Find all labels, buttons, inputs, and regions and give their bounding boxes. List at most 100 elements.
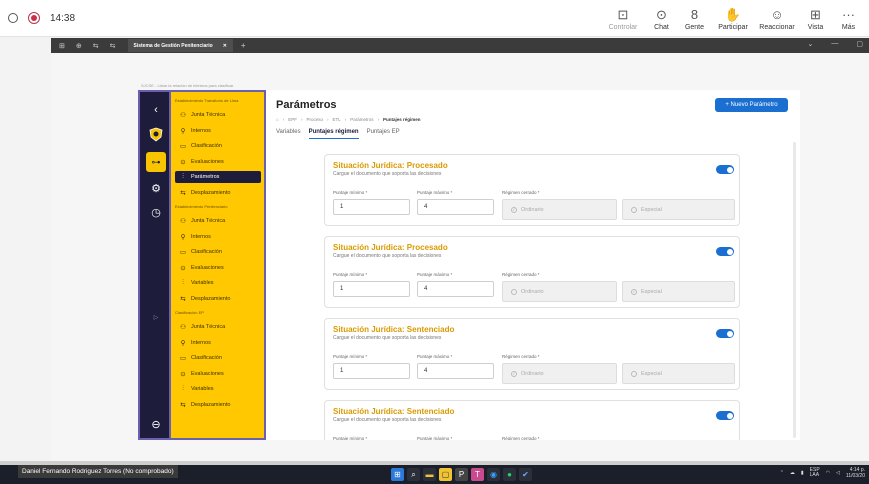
radio-especial[interactable]: Especial [622, 363, 735, 384]
tab-puntajes-régimen[interactable]: Puntajes régimen [308, 129, 359, 139]
tab-group-icon[interactable]: ⇆ [110, 42, 116, 50]
sidebar-item-label: Clasificación [191, 249, 222, 255]
sidebar-item-desplazamiento[interactable]: ⇆ Desplazamiento [175, 187, 261, 199]
radio-ordinario[interactable]: Ordinario [502, 281, 617, 302]
browser-tab[interactable]: Sistema de Gestión Penitenciario ✕ [127, 39, 233, 52]
extensions-icon[interactable]: ⊕ [76, 42, 82, 50]
tab-variables[interactable]: Variables [276, 129, 301, 139]
min-score-input[interactable]: 1 [333, 199, 410, 215]
sidebar-item-label: Junta Técnica [191, 324, 226, 330]
browser-icon[interactable]: ◉ [487, 468, 500, 481]
sidebar-item-desplazamiento[interactable]: ⇆ Desplazamiento [175, 293, 261, 305]
history-icon[interactable]: ◷ [146, 202, 166, 222]
card-subtitle: Cargue el documento que soporta las deci… [333, 417, 442, 423]
enable-toggle[interactable] [716, 329, 734, 338]
view-icon: ⊞ [810, 6, 821, 22]
min-score-input[interactable]: 1 [333, 363, 410, 379]
radio-ordinario[interactable]: ✓ Ordinario [502, 199, 617, 220]
notes-icon[interactable]: ▢ [439, 468, 452, 481]
tool-icon[interactable]: ✔ [519, 468, 532, 481]
controlar-button[interactable]: ⊡ Controlar [601, 4, 645, 34]
enable-toggle[interactable] [716, 411, 734, 420]
workspace-icon[interactable]: ⊞ [59, 42, 65, 50]
file-explorer-icon[interactable]: ▬ [423, 468, 436, 481]
enable-toggle[interactable] [716, 165, 734, 174]
max-score-input[interactable]: 4 [417, 363, 494, 379]
min-score-label: Puntaje mínimo * [333, 354, 368, 359]
sidebar-item-parámetros[interactable]: ⫶ Parámetros [175, 171, 261, 183]
breadcrumb-item[interactable]: Proceso [306, 117, 323, 122]
sidebar-item-clasificación[interactable]: ▭ Clasificación [175, 352, 261, 364]
meeting-timer: 14:38 [50, 12, 76, 24]
enable-toggle[interactable] [716, 247, 734, 256]
sidebar-item-clasificación[interactable]: ▭ Clasificación [175, 140, 261, 152]
sidebar-item-variables[interactable]: ⫶ Variables [175, 277, 261, 289]
raise-hand-icon: ✋ [724, 6, 742, 22]
maximize-icon[interactable]: ▢ [856, 40, 863, 48]
sidebar-item-label: Evaluaciones [191, 370, 224, 377]
breadcrumb-item[interactable]: ETL [333, 117, 341, 122]
sidebar-item-clasificación[interactable]: ▭ Clasificación [175, 246, 261, 258]
radio-especial[interactable]: ✓ Especial [622, 281, 735, 302]
windows-start-icon[interactable]: ⊞ [391, 468, 404, 481]
hierarchy-icon[interactable]: ⊶ [146, 152, 166, 172]
gente-button[interactable]: 8 Gente [678, 4, 711, 34]
sidebar-item-internos[interactable]: ⚲ Internos [175, 125, 261, 137]
sidebar-item-internos[interactable]: ⚲ Internos [175, 231, 261, 243]
volume-icon[interactable]: ◁ [836, 470, 840, 476]
sidebar-item-internos[interactable]: ⚲ Internos [175, 337, 261, 349]
back-icon[interactable]: ⇆ [93, 42, 99, 50]
close-tab-icon[interactable]: ✕ [223, 43, 227, 49]
breadcrumb-item[interactable]: Parámetros [350, 117, 373, 122]
scrollbar[interactable] [793, 142, 796, 438]
collapse-chevron-icon[interactable]: ‹ [146, 100, 166, 120]
chat-button[interactable]: ⊙ Chat [645, 4, 678, 34]
meeting-toolbar: 14:38 ⊡ Controlar ⊙ Chat 8 Gente ✋ Participar ☺ R… [0, 0, 869, 37]
sidebar-item-variables[interactable]: ⫶ Variables [175, 383, 261, 395]
home-icon[interactable]: ⌂ [276, 117, 279, 122]
spotify-icon[interactable]: ● [503, 468, 516, 481]
max-score-input[interactable]: 4 [417, 199, 494, 215]
más-button[interactable]: ··· Más [832, 4, 865, 34]
sidebar: Establecimiento Transitorio de Lima ⚇ Junt… [171, 90, 266, 440]
participar-button[interactable]: ✋ Participar [711, 4, 755, 34]
new-parameter-button[interactable]: + Nuevo Parámetro [715, 98, 788, 112]
sidebar-item-evaluaciones[interactable]: ⊙ Evaluaciones [175, 262, 261, 274]
sidebar-item-junta-técnica[interactable]: ⚇ Junta Técnica [175, 215, 261, 227]
radio-ordinario[interactable]: ✓ Ordinario [502, 363, 617, 384]
breadcrumb-item[interactable]: EPF [288, 117, 297, 122]
max-score-input[interactable]: 4 [417, 281, 494, 297]
wifi-icon[interactable]: ◠ [826, 470, 830, 476]
radio-label: Especial [641, 370, 662, 377]
card-subtitle: Cargue el documento que soporta las deci… [333, 335, 442, 341]
chevron-down-icon[interactable]: ⌄ [808, 40, 814, 48]
settings-icon[interactable]: ⚙ [146, 178, 166, 198]
clock[interactable]: 4:14 p. 11/03/20 [846, 467, 865, 479]
tab-puntajes-ep[interactable]: Puntajes EP [367, 129, 400, 139]
teams-icon[interactable]: T [471, 468, 484, 481]
regimen-label: Régimen cerrado * [502, 190, 540, 195]
project-icon[interactable]: P [455, 468, 468, 481]
sidebar-item-desplazamiento[interactable]: ⇆ Desplazamiento [175, 399, 261, 411]
sidebar-item-evaluaciones[interactable]: ⊙ Evaluaciones [175, 156, 261, 168]
reaccionar-button[interactable]: ☺ Reaccionar [755, 4, 799, 34]
minimize-icon[interactable]: — [831, 40, 838, 48]
new-tab-icon[interactable]: + [241, 41, 246, 50]
sidebar-item-junta-técnica[interactable]: ⚇ Junta Técnica [175, 109, 261, 121]
vista-button[interactable]: ⊞ Vista [799, 4, 832, 34]
expand-arrow-icon[interactable]: ▷ [146, 307, 166, 327]
search-icon[interactable]: ⌕ [407, 468, 420, 481]
min-score-input[interactable]: 1 [333, 281, 410, 297]
gente-label: Gente [684, 23, 705, 31]
tray-app-icon[interactable]: ▮ [801, 470, 804, 476]
sidebar-item-junta-técnica[interactable]: ⚇ Junta Técnica [175, 321, 261, 333]
logout-icon[interactable]: ⊖ [146, 414, 166, 434]
radio-especial[interactable]: Especial [622, 199, 735, 220]
cloud-icon[interactable]: ☁ [790, 470, 795, 476]
sidebar-item-evaluaciones[interactable]: ⊙ Evaluaciones [175, 368, 261, 380]
radio-label: Especial [641, 288, 662, 295]
language-indicator[interactable]: ESP LAA [810, 468, 820, 478]
sidebar-item-label: Evaluaciones [191, 158, 224, 165]
transfer-icon: ⇆ [180, 189, 186, 197]
tray-chevron-icon[interactable]: ⌃ [780, 470, 784, 476]
